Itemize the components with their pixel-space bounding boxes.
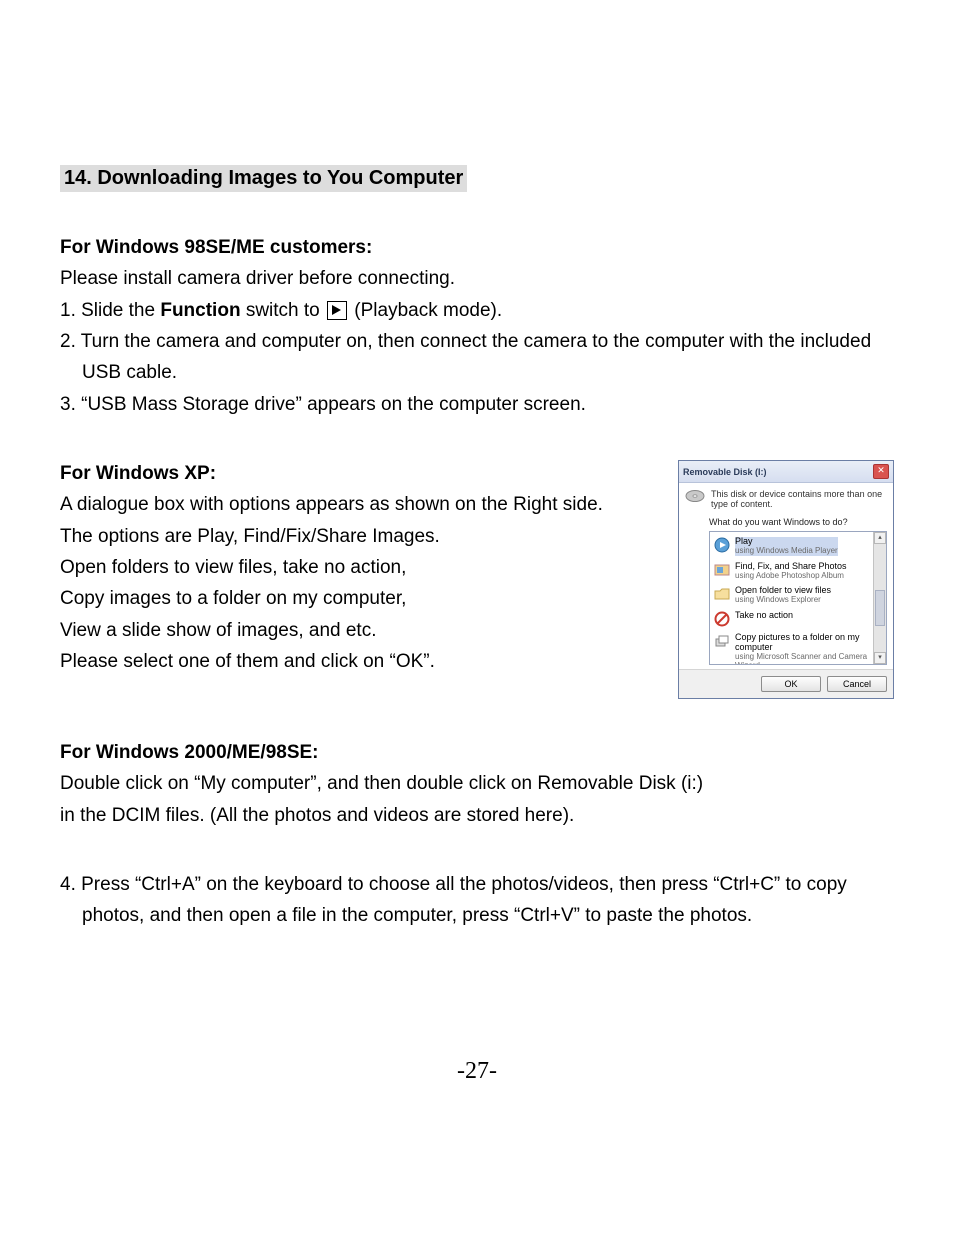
dialog-titlebar: Removable Disk (I:) ✕ xyxy=(679,461,893,483)
item-subtitle: using Microsoft Scanner and Camera Wizar… xyxy=(735,653,882,664)
item-subtitle: using Windows Explorer xyxy=(735,596,831,605)
close-icon[interactable]: ✕ xyxy=(873,464,889,479)
section-title: 14. Downloading Images to You Computer xyxy=(60,165,467,192)
folder-icon xyxy=(714,586,730,602)
dialog-message-row: This disk or device contains more than o… xyxy=(685,489,887,509)
dialog-list-container: Play using Windows Media Player Find, Fi… xyxy=(709,531,887,665)
win98-block: For Windows 98SE/ME customers: Please in… xyxy=(60,232,894,420)
dialog-list[interactable]: Play using Windows Media Player Find, Fi… xyxy=(710,532,886,664)
step1-text-a: 1. Slide the xyxy=(60,300,160,321)
no-action-icon xyxy=(714,611,730,627)
win2000-heading: For Windows 2000/ME/98SE: xyxy=(60,737,894,768)
win98-intro: Please install camera driver before conn… xyxy=(60,263,894,294)
cancel-button[interactable]: Cancel xyxy=(827,676,887,692)
copy-pictures-icon xyxy=(714,633,730,649)
item-title: Take no action xyxy=(735,611,793,621)
list-item[interactable]: Find, Fix, and Share Photos using Adobe … xyxy=(712,559,884,584)
step4-block: 4. Press “Ctrl+A” on the keyboard to cho… xyxy=(60,869,894,932)
dialog-title: Removable Disk (I:) xyxy=(683,467,767,477)
list-item[interactable]: Play using Windows Media Player xyxy=(712,534,884,559)
step1-text-c: (Playback mode). xyxy=(349,300,502,321)
dialog-buttons: OK Cancel xyxy=(679,669,893,698)
autoplay-dialog: Removable Disk (I:) ✕ This disk or devic… xyxy=(678,460,894,699)
step1-text-b: switch to xyxy=(241,300,325,321)
list-item[interactable]: Copy pictures to a folder on my computer… xyxy=(712,630,884,664)
list-item-text: Find, Fix, and Share Photos using Adobe … xyxy=(735,562,847,581)
list-item[interactable]: Take no action xyxy=(712,608,884,630)
dialog-body: This disk or device contains more than o… xyxy=(679,483,893,669)
photos-icon xyxy=(714,562,730,578)
win98-heading: For Windows 98SE/ME customers: xyxy=(60,232,894,263)
scroll-up-icon[interactable]: ▴ xyxy=(874,532,886,544)
win98-step3: 3. “USB Mass Storage drive” appears on t… xyxy=(60,389,894,420)
list-item-text: Copy pictures to a folder on my computer… xyxy=(735,633,882,664)
win98-step1: 1. Slide the Function switch to (Playbac… xyxy=(60,295,894,326)
item-subtitle: using Adobe Photoshop Album xyxy=(735,572,847,581)
item-title: Copy pictures to a folder on my computer xyxy=(735,633,882,653)
list-item-text: Open folder to view files using Windows … xyxy=(735,586,831,605)
step4: 4. Press “Ctrl+A” on the keyboard to cho… xyxy=(60,869,894,932)
step1-bold: Function xyxy=(160,300,240,321)
dialog-window: Removable Disk (I:) ✕ This disk or devic… xyxy=(678,460,894,699)
list-item-text: Take no action xyxy=(735,611,793,621)
win2000-l2: in the DCIM files. (All the photos and v… xyxy=(60,800,894,831)
list-item-text: Play using Windows Media Player xyxy=(735,537,838,556)
scroll-thumb[interactable] xyxy=(875,590,885,626)
winxp-block: Removable Disk (I:) ✕ This disk or devic… xyxy=(60,458,894,699)
win98-step2: 2. Turn the camera and computer on, then… xyxy=(60,326,894,389)
disk-icon xyxy=(685,489,705,503)
dialog-message: This disk or device contains more than o… xyxy=(711,489,887,509)
item-subtitle: using Windows Media Player xyxy=(735,547,838,556)
win2000-block: For Windows 2000/ME/98SE: Double click o… xyxy=(60,737,894,831)
list-item[interactable]: Open folder to view files using Windows … xyxy=(712,583,884,608)
playback-icon xyxy=(327,301,347,320)
win2000-l1: Double click on “My computer”, and then … xyxy=(60,768,894,799)
dialog-prompt: What do you want Windows to do? xyxy=(709,517,887,527)
manual-page: 14. Downloading Images to You Computer F… xyxy=(0,0,954,1235)
scrollbar[interactable]: ▴ ▾ xyxy=(873,532,886,664)
page-number: -27- xyxy=(0,1058,954,1085)
media-player-icon xyxy=(714,537,730,553)
scroll-down-icon[interactable]: ▾ xyxy=(874,652,886,664)
ok-button[interactable]: OK xyxy=(761,676,821,692)
